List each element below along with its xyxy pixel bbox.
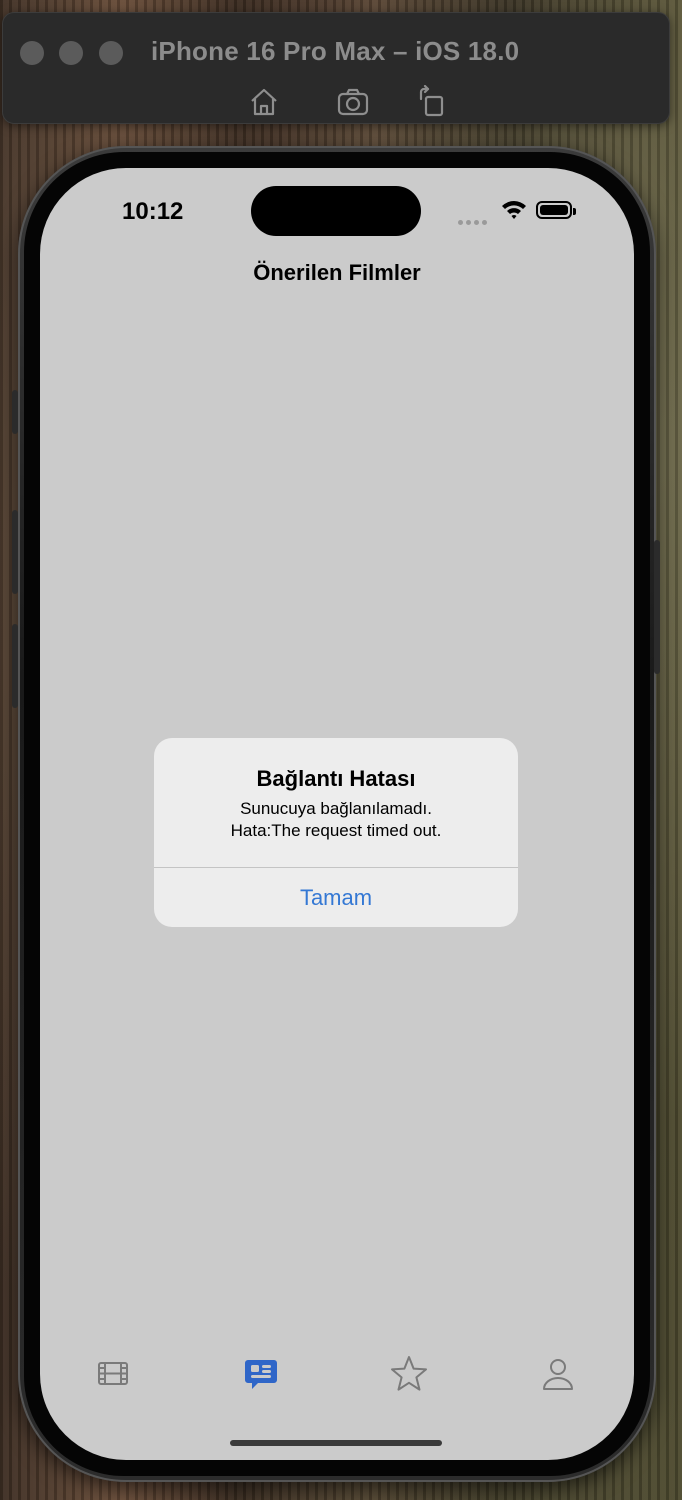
minimize-window-button[interactable] [59,41,83,65]
home-icon[interactable] [247,85,281,119]
tab-movies[interactable] [93,1354,133,1394]
ok-button[interactable]: Tamam [154,868,518,927]
rotate-icon[interactable] [415,84,449,119]
film-icon [98,1362,128,1385]
alert-message-line-1: Sunucuya bağlanılamadı. [240,799,432,818]
dynamic-island [251,186,421,236]
status-time: 10:12 [122,198,184,225]
cellular-signal-icon [458,212,492,225]
action-button [12,390,18,434]
tab-favorites[interactable] [389,1354,429,1394]
screenshot-icon[interactable] [336,85,370,119]
home-indicator[interactable] [230,1440,442,1446]
simulator-window-bar: iPhone 16 Pro Max – iOS 18.0 [2,12,670,124]
person-icon [543,1359,573,1390]
zoom-window-button[interactable] [99,41,123,65]
alert-title: Bağlantı Hatası [256,766,416,791]
wifi-icon [500,198,528,222]
star-icon [391,1356,427,1391]
power-button [654,540,660,674]
recommendations-icon [245,1360,277,1389]
close-window-button[interactable] [20,41,44,65]
page-title: Önerilen Filmler [253,260,421,285]
volume-down-button [12,624,18,708]
phone-screen: 10:12 Önerilen Filmler Bağlantı Hatası S… [40,168,634,1460]
volume-up-button [12,510,18,594]
alert-message-line-2: Hata:The request timed out. [230,821,442,840]
tab-recommendations[interactable] [241,1354,281,1394]
alert-message: Sunucuya bağlanılamadı. Hata:The request… [154,798,518,842]
tab-profile[interactable] [538,1354,578,1394]
simulator-title: iPhone 16 Pro Max – iOS 18.0 [151,36,520,66]
battery-icon [536,201,576,219]
error-alert-dialog: Bağlantı Hatası Sunucuya bağlanılamadı. … [154,738,518,927]
